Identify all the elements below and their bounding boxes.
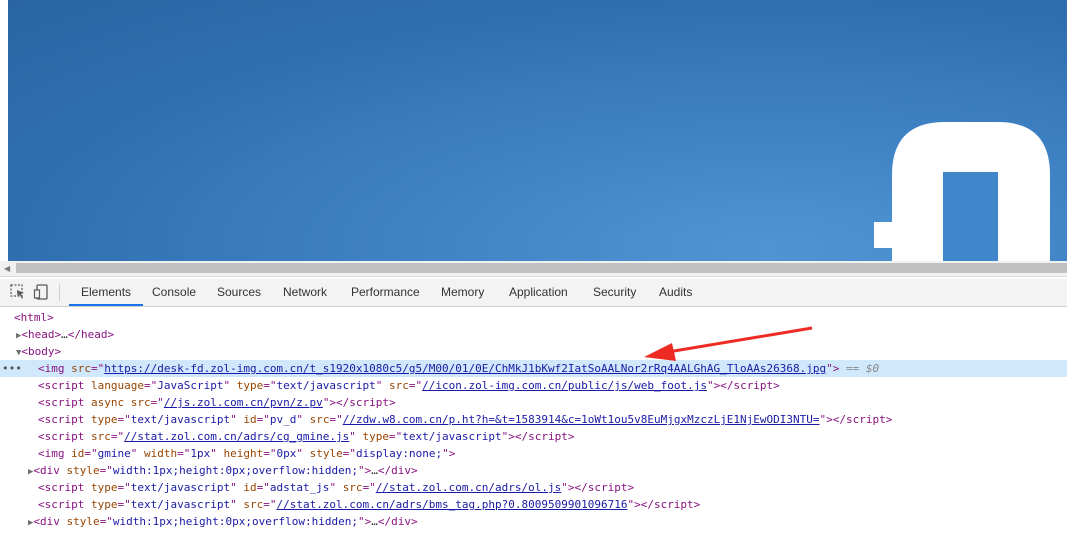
page-viewport[interactable] (8, 0, 1067, 261)
tab-performance[interactable]: Performance (351, 279, 420, 305)
attr-value: text/javascript (130, 413, 231, 426)
tab-security[interactable]: Security (593, 279, 636, 305)
tab-label: Performance (351, 285, 420, 299)
attr-value: adstat_js (269, 481, 330, 494)
tab-label: Audits (659, 285, 693, 299)
attr-value: width:1px;height:0px;overflow:hidden; (112, 464, 358, 477)
dom-node-html[interactable]: <html> (0, 309, 1067, 326)
attr-name: src (71, 362, 91, 375)
tab-audits[interactable]: Audits (659, 279, 692, 305)
attr-value: display:none; (356, 447, 443, 460)
script-src-link[interactable]: //stat.zol.com.cn/adrs/bms_tag.php?0.800… (276, 498, 627, 511)
tab-memory[interactable]: Memory (441, 279, 484, 305)
tag-head: <head> (21, 328, 62, 341)
script-src-link[interactable]: //stat.zol.com.cn/adrs/cg_gmine.js (124, 430, 349, 443)
collapsed-ellipsis[interactable]: … (371, 515, 378, 528)
tab-label: Memory (441, 285, 485, 299)
tab-sources[interactable]: Sources (217, 279, 261, 305)
attr-value: JavaScript (157, 379, 224, 392)
tab-console[interactable]: Console (152, 279, 196, 305)
script-src-link[interactable]: //icon.zol-img.com.cn/public/js/web_foot… (422, 379, 707, 392)
zol-logo-fragment (874, 122, 1050, 261)
tab-application[interactable]: Application (509, 279, 568, 305)
script-src-link[interactable]: //stat.zol.com.cn/adrs/ol.js (376, 481, 561, 494)
collapsed-ellipsis[interactable]: … (61, 328, 68, 341)
dom-node-script[interactable]: <script language="JavaScript" type="text… (0, 377, 1067, 394)
scrollbar-thumb[interactable] (16, 263, 1067, 273)
dom-node-head[interactable]: ▶<head>…</head> (0, 326, 1067, 343)
dom-node-script[interactable]: <script type="text/javascript" id="adsta… (0, 479, 1067, 496)
dom-node-div[interactable]: ▶<div style="width:1px;height:0px;overfl… (0, 462, 1067, 479)
dom-node-script[interactable]: <script async src="//js.zol.com.cn/pvn/z… (0, 394, 1067, 411)
attr-value: text/javascript (130, 481, 231, 494)
scroll-left-icon[interactable]: ◀ (4, 264, 10, 273)
tag-head-close: </head> (67, 328, 115, 341)
dom-node-script[interactable]: <script type="text/javascript" id="pv_d"… (0, 411, 1067, 428)
attr-value: text/javascript (276, 379, 376, 392)
tab-elements[interactable]: Elements (69, 279, 144, 306)
dom-node-script[interactable]: <script src="//stat.zol.com.cn/adrs/cg_g… (0, 428, 1067, 445)
dom-node-script[interactable]: <script type="text/javascript" src="//st… (0, 496, 1067, 513)
collapsed-ellipsis[interactable]: … (371, 464, 378, 477)
dom-node-body[interactable]: ▼<body> (0, 343, 1067, 360)
tag-img: <img (38, 362, 65, 375)
cursor-select-icon[interactable] (9, 283, 27, 301)
toolbar-divider (59, 284, 60, 301)
tab-label: Security (593, 285, 637, 299)
script-src-link[interactable]: //zdw.w8.com.cn/p.ht?h=&t=1583914&c=1oWt… (343, 413, 820, 426)
tag-body: <body> (21, 345, 62, 358)
tab-label: Network (283, 285, 328, 299)
tab-label: Sources (217, 285, 262, 299)
devtools-toolbar: Elements Console Sources Network Perform… (0, 279, 1067, 307)
elements-dom-tree: <html> ▶<head>…</head> ▼<body> ••• <img s… (0, 307, 1067, 534)
attr-value: width:1px;height:0px;overflow:hidden; (112, 515, 358, 528)
tab-label: Elements (81, 285, 132, 299)
attr-value: 0px (276, 447, 297, 460)
attr-value: gmine (97, 447, 131, 460)
horizontal-scrollbar[interactable]: ◀ (0, 261, 1067, 277)
tab-label: Console (152, 285, 197, 299)
selected-node-hint: == $0 (845, 362, 880, 375)
img-src-link[interactable]: https://desk-fd.zol-img.com.cn/t_s1920x1… (104, 362, 826, 375)
more-options-icon[interactable]: ••• (2, 360, 22, 377)
script-src-link[interactable]: //js.zol.com.cn/pvn/z.pv (164, 396, 323, 409)
device-toggle-icon[interactable] (33, 283, 51, 301)
tab-network[interactable]: Network (283, 279, 327, 305)
dom-node-div[interactable]: ▶<div style="width:1px;height:0px;overfl… (0, 513, 1067, 530)
dom-node-img[interactable]: <img id="gmine" width="1px" height="0px"… (0, 445, 1067, 462)
attr-value: pv_d (269, 413, 297, 426)
tag-html: <html> (14, 311, 54, 324)
attr-value: text/javascript (130, 498, 231, 511)
tag-close: > (832, 362, 840, 375)
dom-node-img-selected[interactable]: ••• <img src="https://desk-fd.zol-img.com… (0, 360, 1067, 377)
tab-label: Application (509, 285, 568, 299)
viewport-margin (0, 0, 8, 261)
attr-value: text/javascript (402, 430, 502, 443)
attr-value: 1px (190, 447, 211, 460)
